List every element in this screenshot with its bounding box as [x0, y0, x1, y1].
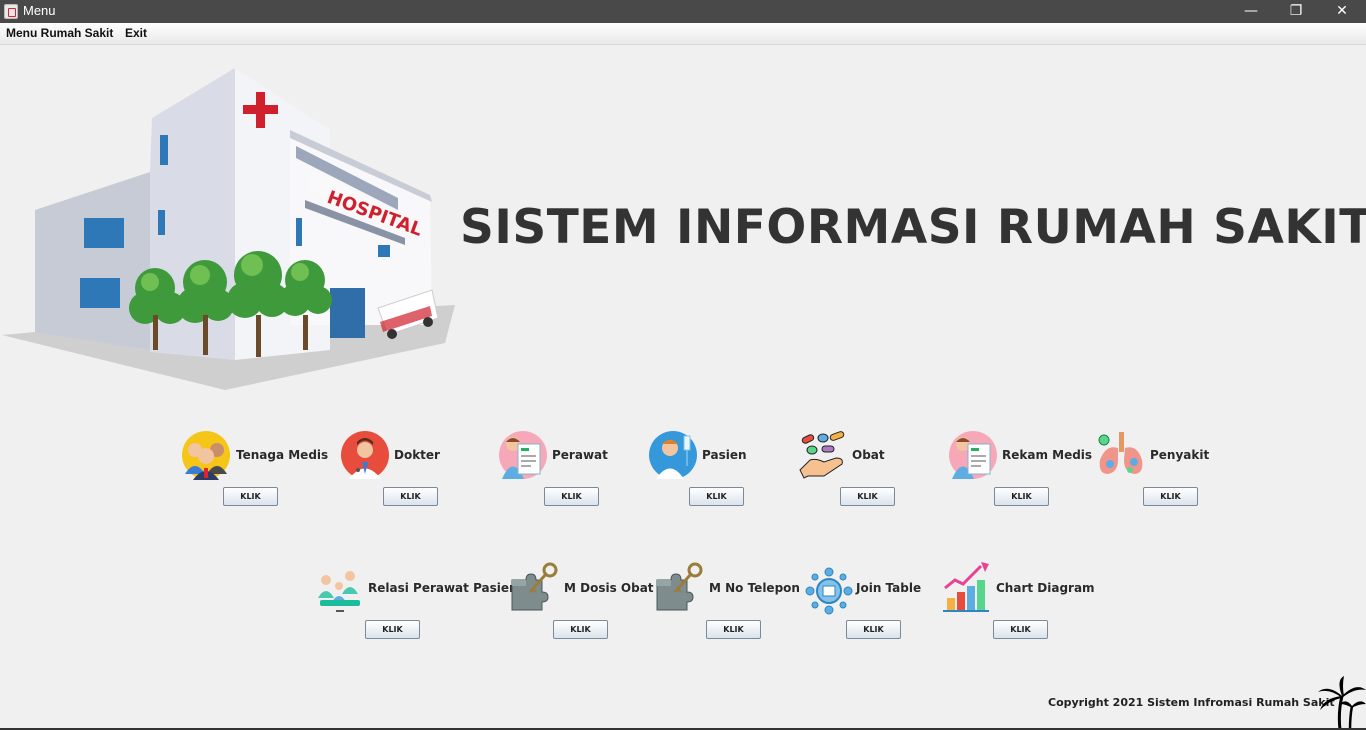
- bar-chart-icon: [943, 562, 989, 612]
- m-dosis-obat-label: M Dosis Obat: [564, 581, 654, 595]
- chart-diagram-klik-button[interactable]: KLIK: [993, 620, 1048, 639]
- chart-diagram-label: Chart Diagram: [996, 581, 1095, 595]
- close-icon[interactable]: ✕: [1319, 0, 1365, 23]
- m-no-telepon-label: M No Telepon: [709, 581, 800, 595]
- m-dosis-obat-klik-button[interactable]: KLIK: [553, 620, 608, 639]
- medical-staff-icon: [182, 431, 230, 480]
- penyakit-klik-button[interactable]: KLIK: [1143, 487, 1198, 506]
- tenaga-medis-klik-button[interactable]: KLIK: [223, 487, 278, 506]
- perawat-label: Perawat: [552, 448, 608, 462]
- obat-klik-button[interactable]: KLIK: [840, 487, 895, 506]
- medicine-icon: [799, 431, 845, 479]
- relasi-perawat-pasien-klik-button[interactable]: KLIK: [365, 620, 420, 639]
- dokter-klik-button[interactable]: KLIK: [383, 487, 438, 506]
- hospital-illustration: HOSPITAL: [2, 68, 455, 390]
- nurse-icon: [499, 431, 547, 479]
- dokter-label: Dokter: [394, 448, 440, 462]
- m-no-telepon-klik-button[interactable]: KLIK: [706, 620, 761, 639]
- pasien-label: Pasien: [702, 448, 747, 462]
- java-app-icon: [4, 4, 18, 19]
- join-table-label: Join Table: [856, 581, 922, 595]
- menu-bar: Menu Rumah Sakit Exit: [0, 23, 1366, 45]
- window-title: Menu: [23, 3, 56, 18]
- copyright-text: Copyright 2021 Sistem Infromasi Rumah Sa…: [1048, 696, 1335, 709]
- menu-rumah-sakit[interactable]: Menu Rumah Sakit: [6, 26, 113, 40]
- puzzle-key-icon: [656, 562, 703, 611]
- rekam-medis-klik-button[interactable]: KLIK: [994, 487, 1049, 506]
- perawat-klik-button[interactable]: KLIK: [544, 487, 599, 506]
- penyakit-label: Penyakit: [1150, 448, 1210, 462]
- medical-record-icon: [949, 431, 997, 479]
- nurse-patient-relation-icon: [318, 571, 360, 612]
- tenaga-medis-label: Tenaga Medis: [236, 448, 329, 462]
- palm-tree-icon: [1318, 676, 1366, 730]
- network-join-icon: [805, 567, 853, 615]
- disease-lungs-icon: [1098, 432, 1143, 474]
- relasi-perawat-pasien-label: Relasi Perawat Pasien: [368, 581, 518, 595]
- doctor-icon: [341, 431, 389, 479]
- join-table-klik-button[interactable]: KLIK: [846, 620, 901, 639]
- puzzle-key-icon: [511, 562, 558, 611]
- maximize-icon[interactable]: ❐: [1273, 0, 1319, 23]
- page-title: SISTEM INFORMASI RUMAH SAKIT: [460, 200, 1366, 255]
- menu-exit[interactable]: Exit: [125, 26, 147, 40]
- patient-icon: [649, 431, 697, 479]
- rekam-medis-label: Rekam Medis: [1002, 448, 1093, 462]
- minimize-icon[interactable]: —: [1228, 0, 1274, 23]
- pasien-klik-button[interactable]: KLIK: [689, 487, 744, 506]
- obat-label: Obat: [852, 448, 885, 462]
- window-titlebar: Menu — ❐ ✕: [0, 0, 1366, 23]
